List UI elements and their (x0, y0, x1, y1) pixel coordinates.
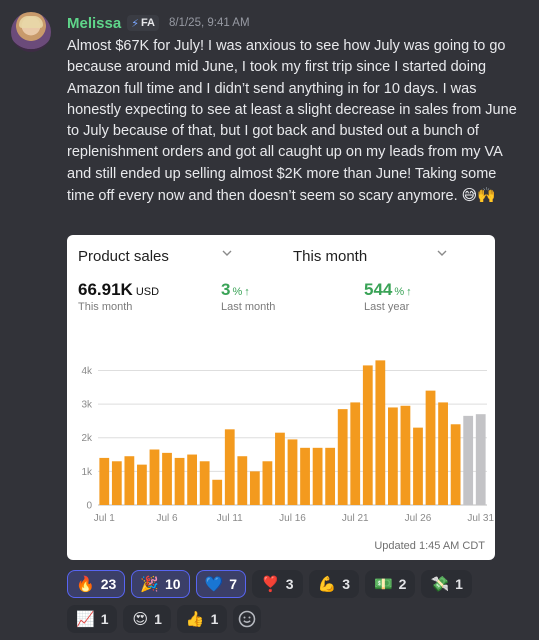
x-tick-label: Jul 6 (156, 513, 178, 524)
lightning-bolt-icon: ⚡ (131, 17, 139, 30)
timestamp: 8/1/25, 9:41 AM (169, 17, 250, 29)
reaction-count: 1 (455, 576, 463, 592)
heart-exclamation-icon: ❣️ (261, 576, 280, 593)
chart-bar (375, 360, 386, 505)
fire-icon: 🔥 (76, 576, 95, 593)
chart-bar (450, 424, 461, 505)
sales-bar-chart: 0 1k 2k 3k 4k Jul 1 Jul 6 Jul 11 Jul 16 Jul 21 Jul… (81, 360, 495, 524)
x-tick-label: Jul 31 (467, 513, 494, 524)
reaction-heart-eyes-button[interactable]: 😍 1 (123, 605, 171, 633)
flexed-biceps-icon: 💪 (317, 576, 337, 593)
message-text: Almost $67K for July! I was anxious to s… (67, 38, 517, 205)
chart-bar (262, 461, 273, 505)
reaction-count: 7 (229, 576, 238, 592)
chart-bar (325, 447, 336, 505)
sales-screenshot-card[interactable]: Product sales This month 66.91K USD This … (67, 235, 495, 560)
party-popper-icon: 🎉 (140, 576, 159, 593)
y-tick-label: 4k (81, 366, 93, 377)
chart-bar (99, 457, 110, 505)
money-with-wings-icon: 💸 (430, 576, 450, 593)
reaction-count: 3 (342, 576, 350, 592)
reaction-blue-heart-button[interactable]: 💙 7 (195, 570, 247, 598)
reactions-bar: 🔥 23 🎉 10 💙 7 ❣️ 3 💪 3 💵 2 💸 1 📈 1 😍 1 👍 1 (67, 570, 537, 640)
heart-eyes-icon: 😍 (132, 611, 149, 628)
x-tick-label: Jul 1 (94, 513, 116, 524)
reaction-count: 10 (164, 576, 181, 592)
chart-bar (124, 456, 135, 505)
blue-heart-icon: 💙 (204, 576, 224, 593)
thumbs-up-icon: 👍 (185, 611, 205, 628)
chart-bar (162, 452, 172, 505)
chart-bar (400, 405, 411, 505)
reaction-money-with-wings-button[interactable]: 💸 1 (421, 570, 472, 598)
y-tick-label: 2k (81, 433, 93, 444)
chart-increasing-icon: 📈 (76, 611, 95, 628)
chart-bar (224, 429, 235, 505)
chart-bar (275, 432, 285, 505)
server-tag[interactable]: ⚡ FA (127, 15, 159, 31)
reaction-thumbs-up-button[interactable]: 👍 1 (176, 605, 228, 633)
chart-bar (475, 414, 486, 505)
chart-bar (387, 407, 398, 505)
chart-bar (337, 409, 348, 505)
reaction-count: 23 (100, 576, 117, 592)
avatar[interactable] (11, 12, 51, 52)
chart-bar (312, 447, 323, 505)
chart-bar (111, 461, 122, 505)
chart-bar (249, 471, 260, 505)
chart-bar (300, 447, 310, 505)
chart-bar (174, 457, 185, 505)
chart-bar (362, 365, 373, 505)
chart-bar (137, 464, 147, 505)
reaction-row: 📈 1 😍 1 👍 1 (67, 605, 537, 633)
add-reaction-button[interactable] (233, 605, 262, 633)
reaction-row: 🔥 23 🎉 10 💙 7 ❣️ 3 💪 3 💵 2 💸 1 (67, 570, 537, 598)
message-body: Almost $67K for July! I was anxious to s… (67, 36, 527, 207)
sweat-smile-raising-hands-emoji-icon: 😅🙌 (461, 187, 496, 205)
updated-time: Updated 1:45 AM CDT (374, 540, 485, 552)
message-header: Melissa ⚡ FA 8/1/25, 9:41 AM (67, 13, 250, 33)
reaction-fire-button[interactable]: 🔥 23 (67, 570, 126, 598)
dollar-banknote-icon: 💵 (373, 576, 393, 593)
y-tick-label: 3k (81, 400, 93, 411)
reaction-flexed-biceps-button[interactable]: 💪 3 (308, 570, 359, 598)
chart-bar (287, 439, 298, 505)
username[interactable]: Melissa (67, 15, 121, 32)
chart-bar (187, 454, 198, 505)
reaction-party-popper-button[interactable]: 🎉 10 (131, 570, 190, 598)
add-reaction-smiley-icon (239, 610, 256, 628)
reaction-heart-exclamation-button[interactable]: ❣️ 3 (252, 570, 303, 598)
reaction-count: 1 (210, 611, 219, 627)
chart-bar (438, 402, 448, 505)
x-tick-label: Jul 21 (342, 513, 369, 524)
x-tick-label: Jul 11 (217, 513, 243, 524)
server-tag-label: FA (140, 17, 155, 29)
chart-bar (149, 449, 160, 505)
reaction-chart-increasing-button[interactable]: 📈 1 (67, 605, 118, 633)
chart-bar (463, 415, 474, 505)
chart-bar (237, 456, 248, 505)
reaction-dollar-banknote-button[interactable]: 💵 2 (364, 570, 416, 598)
chart-bar (199, 461, 210, 505)
x-tick-label: Jul 26 (405, 513, 432, 524)
reaction-count: 1 (154, 611, 162, 627)
chart-bar (413, 427, 423, 505)
y-tick-label: 0 (86, 501, 92, 512)
chart-bar (425, 390, 436, 505)
chart-bar (350, 402, 361, 505)
reaction-count: 3 (285, 576, 294, 592)
reaction-count: 2 (398, 576, 407, 592)
y-tick-label: 1k (81, 467, 93, 478)
chart-bar (212, 479, 223, 505)
reaction-count: 1 (100, 611, 109, 627)
x-tick-label: Jul 16 (279, 513, 306, 524)
